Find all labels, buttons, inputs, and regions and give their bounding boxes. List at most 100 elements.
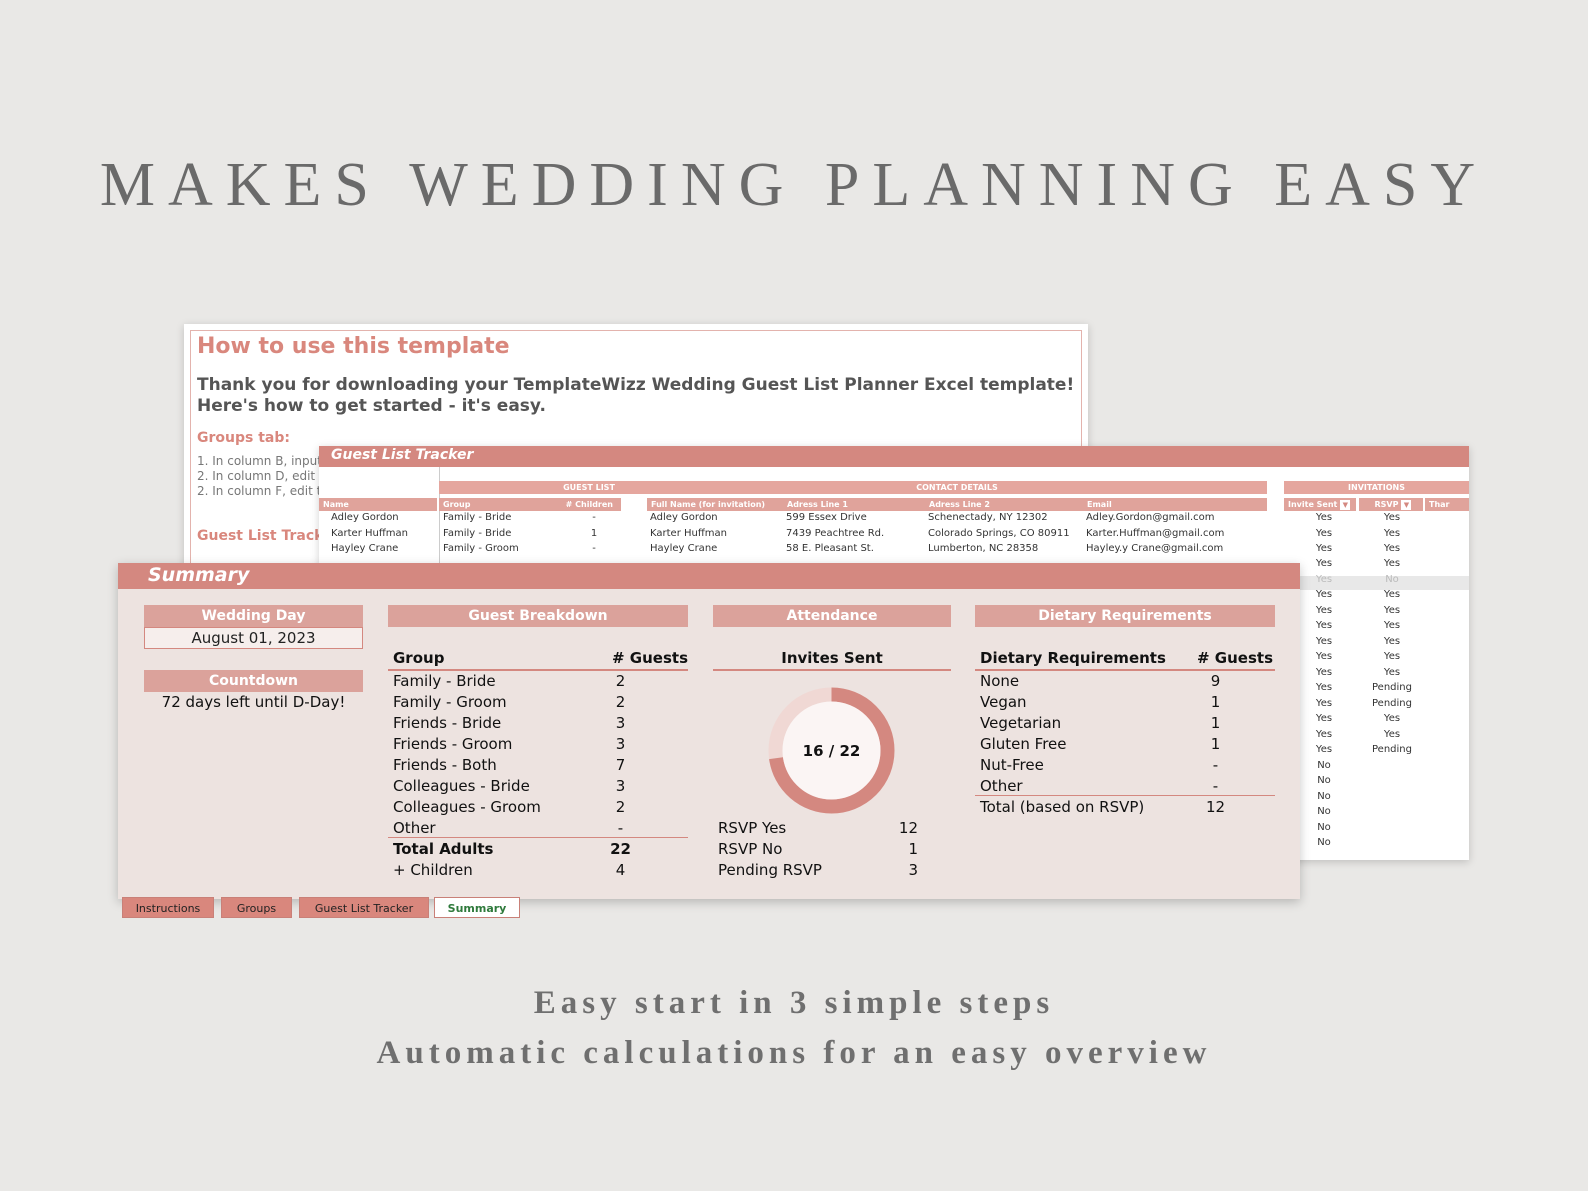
cell-invite-sent[interactable]: Yes	[1294, 698, 1354, 709]
breakdown-guests: 3	[615, 735, 626, 753]
cell-group[interactable]: Family - Bride	[443, 512, 511, 523]
cell-invite-sent[interactable]: Yes	[1294, 744, 1354, 755]
dietary-col-req: Dietary Requirements	[980, 649, 1166, 667]
dietary-col-guests: # Guests	[1197, 649, 1273, 667]
cell-invite-sent[interactable]: No	[1294, 806, 1354, 817]
breakdown-guests: 2	[615, 798, 626, 816]
cell-children[interactable]: -	[569, 512, 619, 523]
breakdown-group: Colleagues - Bride	[393, 777, 530, 795]
cell-rsvp[interactable]: Pending	[1362, 744, 1422, 755]
cell-invite-sent[interactable]: Yes	[1294, 729, 1354, 740]
cell-invite-sent[interactable]: Yes	[1294, 528, 1354, 539]
cell-rsvp[interactable]: Pending	[1362, 682, 1422, 693]
cell-invite-sent[interactable]: Yes	[1294, 713, 1354, 724]
dietary-guests: -	[1212, 777, 1219, 795]
cell-invite-sent[interactable]: No	[1294, 760, 1354, 771]
attendance-header: Attendance	[713, 605, 951, 627]
rsvp-yes-value: 12	[898, 819, 918, 837]
cell-full-name[interactable]: Adley Gordon	[650, 512, 718, 523]
tab-summary[interactable]: Summary	[434, 897, 520, 918]
cell-name[interactable]: Adley Gordon	[331, 512, 399, 523]
col-thanks: Thar	[1425, 498, 1469, 511]
cell-invite-sent[interactable]: Yes	[1294, 558, 1354, 569]
cell-email[interactable]: Hayley.y Crane@gmail.com	[1086, 543, 1223, 554]
cell-invite-sent[interactable]: No	[1294, 837, 1354, 848]
cell-full-name[interactable]: Hayley Crane	[650, 543, 717, 554]
cell-addr1[interactable]: 599 Essex Drive	[786, 512, 867, 523]
cell-name[interactable]: Hayley Crane	[331, 543, 398, 554]
wedding-day-header: Wedding Day	[144, 605, 363, 627]
cell-children[interactable]: -	[569, 543, 619, 554]
cell-invite-sent[interactable]: No	[1294, 791, 1354, 802]
cell-rsvp[interactable]: No	[1362, 574, 1422, 585]
cell-invite-sent[interactable]: Yes	[1294, 620, 1354, 631]
rsvp-yes-label: RSVP Yes	[718, 819, 787, 837]
cell-invite-sent[interactable]: Yes	[1294, 667, 1354, 678]
cell-addr1[interactable]: 58 E. Pleasant St.	[786, 543, 874, 554]
dietary-requirement: Nut-Free	[980, 756, 1044, 774]
cell-invite-sent[interactable]: Yes	[1294, 589, 1354, 600]
cell-full-name[interactable]: Karter Huffman	[650, 528, 727, 539]
cell-addr2[interactable]: Schenectady, NY 12302	[928, 512, 1048, 523]
dropdown-icon[interactable]: ▼	[1340, 499, 1351, 510]
cell-email[interactable]: Karter.Huffman@gmail.com	[1086, 528, 1224, 539]
total-adults-label: Total Adults	[393, 840, 494, 858]
cell-rsvp[interactable]: Yes	[1362, 589, 1422, 600]
col-rsvp[interactable]: RSVP ▼	[1359, 498, 1423, 511]
cell-invite-sent[interactable]: Yes	[1294, 574, 1354, 585]
cell-rsvp[interactable]: Yes	[1362, 651, 1422, 662]
cell-group[interactable]: Family - Groom	[443, 543, 519, 554]
instructions-title: How to use this template	[197, 334, 510, 359]
cell-invite-sent[interactable]: Yes	[1294, 512, 1354, 523]
cell-invite-sent[interactable]: Yes	[1294, 682, 1354, 693]
instruction-step: 1. In column B, input	[197, 454, 322, 468]
instructions-intro: Thank you for downloading your TemplateW…	[197, 375, 1075, 416]
tab-guest-list-tracker[interactable]: Guest List Tracker	[299, 897, 429, 918]
wedding-day-value[interactable]: August 01, 2023	[144, 627, 363, 649]
cell-invite-sent[interactable]: Yes	[1294, 651, 1354, 662]
col-invite-sent[interactable]: Invite Sent ▼	[1284, 498, 1356, 511]
cell-rsvp[interactable]: Yes	[1362, 512, 1422, 523]
cell-children[interactable]: 1	[569, 528, 619, 539]
breakdown-guests: 2	[615, 672, 626, 690]
cell-rsvp[interactable]: Yes	[1362, 605, 1422, 616]
cell-name[interactable]: Karter Huffman	[331, 528, 408, 539]
cell-rsvp[interactable]: Yes	[1362, 713, 1422, 724]
breakdown-guests: 7	[615, 756, 626, 774]
cell-addr1[interactable]: 7439 Peachtree Rd.	[786, 528, 884, 539]
cell-rsvp[interactable]: Yes	[1362, 667, 1422, 678]
cell-email[interactable]: Adley.Gordon@gmail.com	[1086, 512, 1215, 523]
cell-rsvp[interactable]: Yes	[1362, 729, 1422, 740]
cell-invite-sent[interactable]: Yes	[1294, 543, 1354, 554]
breakdown-group: Friends - Groom	[393, 735, 513, 753]
instruction-step: 2. In column F, edit th	[197, 484, 329, 498]
cell-rsvp[interactable]: Yes	[1362, 543, 1422, 554]
col-children: # Children	[547, 498, 621, 511]
countdown-header: Countdown	[144, 670, 363, 692]
section-contact: CONTACT DETAILS	[647, 481, 1267, 494]
tagline: Automatic calculations for an easy overv…	[376, 1035, 1212, 1071]
cell-rsvp[interactable]: Yes	[1362, 528, 1422, 539]
cell-group[interactable]: Family - Bride	[443, 528, 511, 539]
hero-title: MAKES WEDDING PLANNING EASY	[99, 151, 1489, 219]
tracker-title-bar: Guest List Tracker	[319, 446, 1469, 467]
cell-invite-sent[interactable]: Yes	[1294, 636, 1354, 647]
cell-rsvp[interactable]: Yes	[1362, 558, 1422, 569]
tab-instructions[interactable]: Instructions	[122, 897, 214, 918]
breakdown-group: Family - Bride	[393, 672, 496, 690]
guest-breakdown-header: Guest Breakdown	[388, 605, 688, 627]
dietary-guests: 9	[1210, 672, 1221, 690]
cell-rsvp[interactable]: Yes	[1362, 620, 1422, 631]
tab-groups[interactable]: Groups	[221, 897, 292, 918]
cell-invite-sent[interactable]: No	[1294, 822, 1354, 833]
breakdown-guests: 2	[615, 693, 626, 711]
cell-addr2[interactable]: Lumberton, NC 28358	[928, 543, 1038, 554]
cell-rsvp[interactable]: Yes	[1362, 636, 1422, 647]
cell-invite-sent[interactable]: No	[1294, 775, 1354, 786]
pending-rsvp-label: Pending RSVP	[718, 861, 822, 879]
cell-invite-sent[interactable]: Yes	[1294, 605, 1354, 616]
children-value: 4	[615, 861, 626, 879]
cell-rsvp[interactable]: Pending	[1362, 698, 1422, 709]
cell-addr2[interactable]: Colorado Springs, CO 80911	[928, 528, 1070, 539]
dropdown-icon[interactable]: ▼	[1401, 499, 1412, 510]
